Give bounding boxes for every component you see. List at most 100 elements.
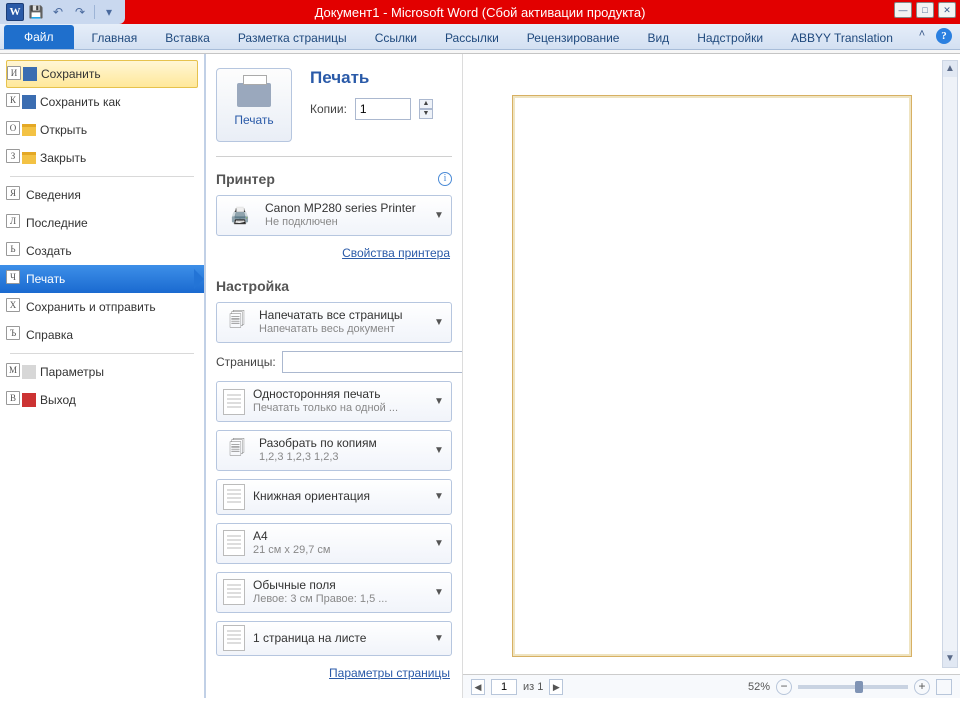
side-print[interactable]: Ч Печать [0,265,204,293]
pages-per-sheet-selector[interactable]: 1 страница на листе ▼ [216,621,452,656]
duplex-title: Односторонняя печать [253,387,425,402]
printer-properties-link[interactable]: Свойства принтера [216,246,450,260]
collate-title: Разобрать по копиям [259,436,425,451]
tab-references[interactable]: Ссылки [361,26,431,49]
printer-selector[interactable]: 🖨️ Canon MP280 series Printer Не подключ… [216,195,452,236]
close-button[interactable]: ✕ [938,2,956,18]
side-help[interactable]: Ъ Справка [0,321,204,349]
spinner-up-icon[interactable]: ▲ [419,99,433,109]
separator [216,156,452,157]
window-controls: — □ ✕ [894,2,956,18]
tab-home[interactable]: Главная [78,26,152,49]
keytip: О [6,121,20,135]
copies-spinner: ▲ ▼ [419,99,433,119]
copies-input[interactable] [355,98,411,120]
combo-text: A4 21 см x 29,7 см [253,529,425,558]
options-icon [22,365,36,379]
undo-icon[interactable]: ↶ [48,3,68,21]
zoom-slider[interactable] [798,685,908,689]
settings-section-title: Настройка [216,278,289,294]
side-save-as[interactable]: К Сохранить как [0,88,204,116]
papersize-selector[interactable]: A4 21 см x 29,7 см ▼ [216,523,452,564]
side-save[interactable]: И Сохранить [6,60,198,88]
fit-to-window-button[interactable] [936,679,952,695]
pages-input[interactable] [282,351,469,373]
orientation-title: Книжная ориентация [253,489,425,504]
side-new[interactable]: Ь Создать [0,237,204,265]
qat-customize-icon[interactable]: ▾ [99,3,119,21]
word-app-icon[interactable]: W [6,3,24,21]
folder-open-icon [22,124,36,136]
minimize-button[interactable]: — [894,2,912,18]
pages-icon: 🗐 [223,309,251,337]
side-exit[interactable]: В Выход [0,386,204,414]
zoom-in-button[interactable]: + [914,679,930,695]
side-close[interactable]: З Закрыть [0,144,204,172]
orientation-selector[interactable]: Книжная ориентация ▼ [216,479,452,514]
label: Сохранить [41,67,101,81]
pages-per-sheet-icon [223,625,245,651]
info-icon[interactable]: i [438,172,452,186]
tab-page-layout[interactable]: Разметка страницы [224,26,361,49]
print-preview-pane: ▲ ▼ ◀ из 1 ▶ 52% − + [462,54,960,698]
keytip: З [6,149,20,163]
folder-icon [22,152,36,164]
prev-page-button[interactable]: ◀ [471,679,485,695]
print-header-row: Печать Печать Копии: ▲ ▼ [216,68,452,142]
chevron-down-icon: ▼ [433,587,445,598]
keytip: В [6,391,20,405]
scroll-down-icon[interactable]: ▼ [943,651,957,667]
tab-view[interactable]: Вид [633,26,683,49]
duplex-selector[interactable]: Односторонняя печать Печатать только на … [216,381,452,422]
exit-icon [22,393,36,407]
ppsheet-title: 1 страница на листе [253,631,425,646]
tab-addins[interactable]: Надстройки [683,26,777,49]
copies-label: Копии: [310,102,347,116]
maximize-button[interactable]: □ [916,2,934,18]
printer-device-icon: 🖨️ [223,202,257,230]
collate-sub: 1,2,3 1,2,3 1,2,3 [259,451,425,465]
tab-mailings[interactable]: Рассылки [431,26,513,49]
floppy-icon [22,95,36,109]
spinner-down-icon[interactable]: ▼ [419,109,433,119]
redo-icon[interactable]: ↷ [70,3,90,21]
print-button[interactable]: Печать [216,68,292,142]
side-recent[interactable]: Л Последние [0,209,204,237]
tab-insert[interactable]: Вставка [151,26,224,49]
chevron-down-icon: ▼ [433,210,445,221]
combo-text: Обычные поля Левое: 3 см Правое: 1,5 ... [253,578,425,607]
tab-file[interactable]: Файл [4,25,74,49]
zoom-out-button[interactable]: − [776,679,792,695]
help-icon[interactable]: ? [936,28,952,44]
keytip: К [6,93,20,107]
page-setup-link[interactable]: Параметры страницы [216,666,450,680]
pages-label: Страницы: [216,355,276,369]
scroll-up-icon[interactable]: ▲ [943,61,957,77]
printer-section-title: Принтер [216,171,275,187]
print-title-column: Печать Копии: ▲ ▼ [310,68,452,120]
keytip: Л [6,214,20,228]
page-number-input[interactable] [491,679,517,695]
side-open[interactable]: О Открыть [0,116,204,144]
label: Печать [26,272,65,286]
tab-abbyy[interactable]: ABBYY Translation [777,26,907,49]
settings-section-head: Настройка [216,278,452,294]
print-scope-selector[interactable]: 🗐 Напечатать все страницы Напечатать вес… [216,302,452,343]
side-info[interactable]: Я Сведения [0,181,204,209]
next-page-button[interactable]: ▶ [549,679,563,695]
ribbon-collapse-icon[interactable]: ˄ [914,28,930,44]
preview-scrollbar[interactable]: ▲ ▼ [942,60,958,668]
label: Сведения [26,188,81,202]
side-options[interactable]: М Параметры [0,358,204,386]
chevron-down-icon: ▼ [433,491,445,502]
combo-text: Разобрать по копиям 1,2,3 1,2,3 1,2,3 [259,436,425,465]
keytip: Ч [6,270,20,284]
duplex-icon [223,389,245,415]
tab-review[interactable]: Рецензирование [513,26,634,49]
save-icon[interactable]: 💾 [26,3,46,21]
collate-selector[interactable]: 🗐 Разобрать по копиям 1,2,3 1,2,3 1,2,3 … [216,430,452,471]
side-save-send[interactable]: Х Сохранить и отправить [0,293,204,321]
margins-selector[interactable]: Обычные поля Левое: 3 см Правое: 1,5 ...… [216,572,452,613]
window-title: Документ1 - Microsoft Word (Сбой активац… [0,5,960,20]
printer-name: Canon MP280 series Printer [265,201,425,216]
